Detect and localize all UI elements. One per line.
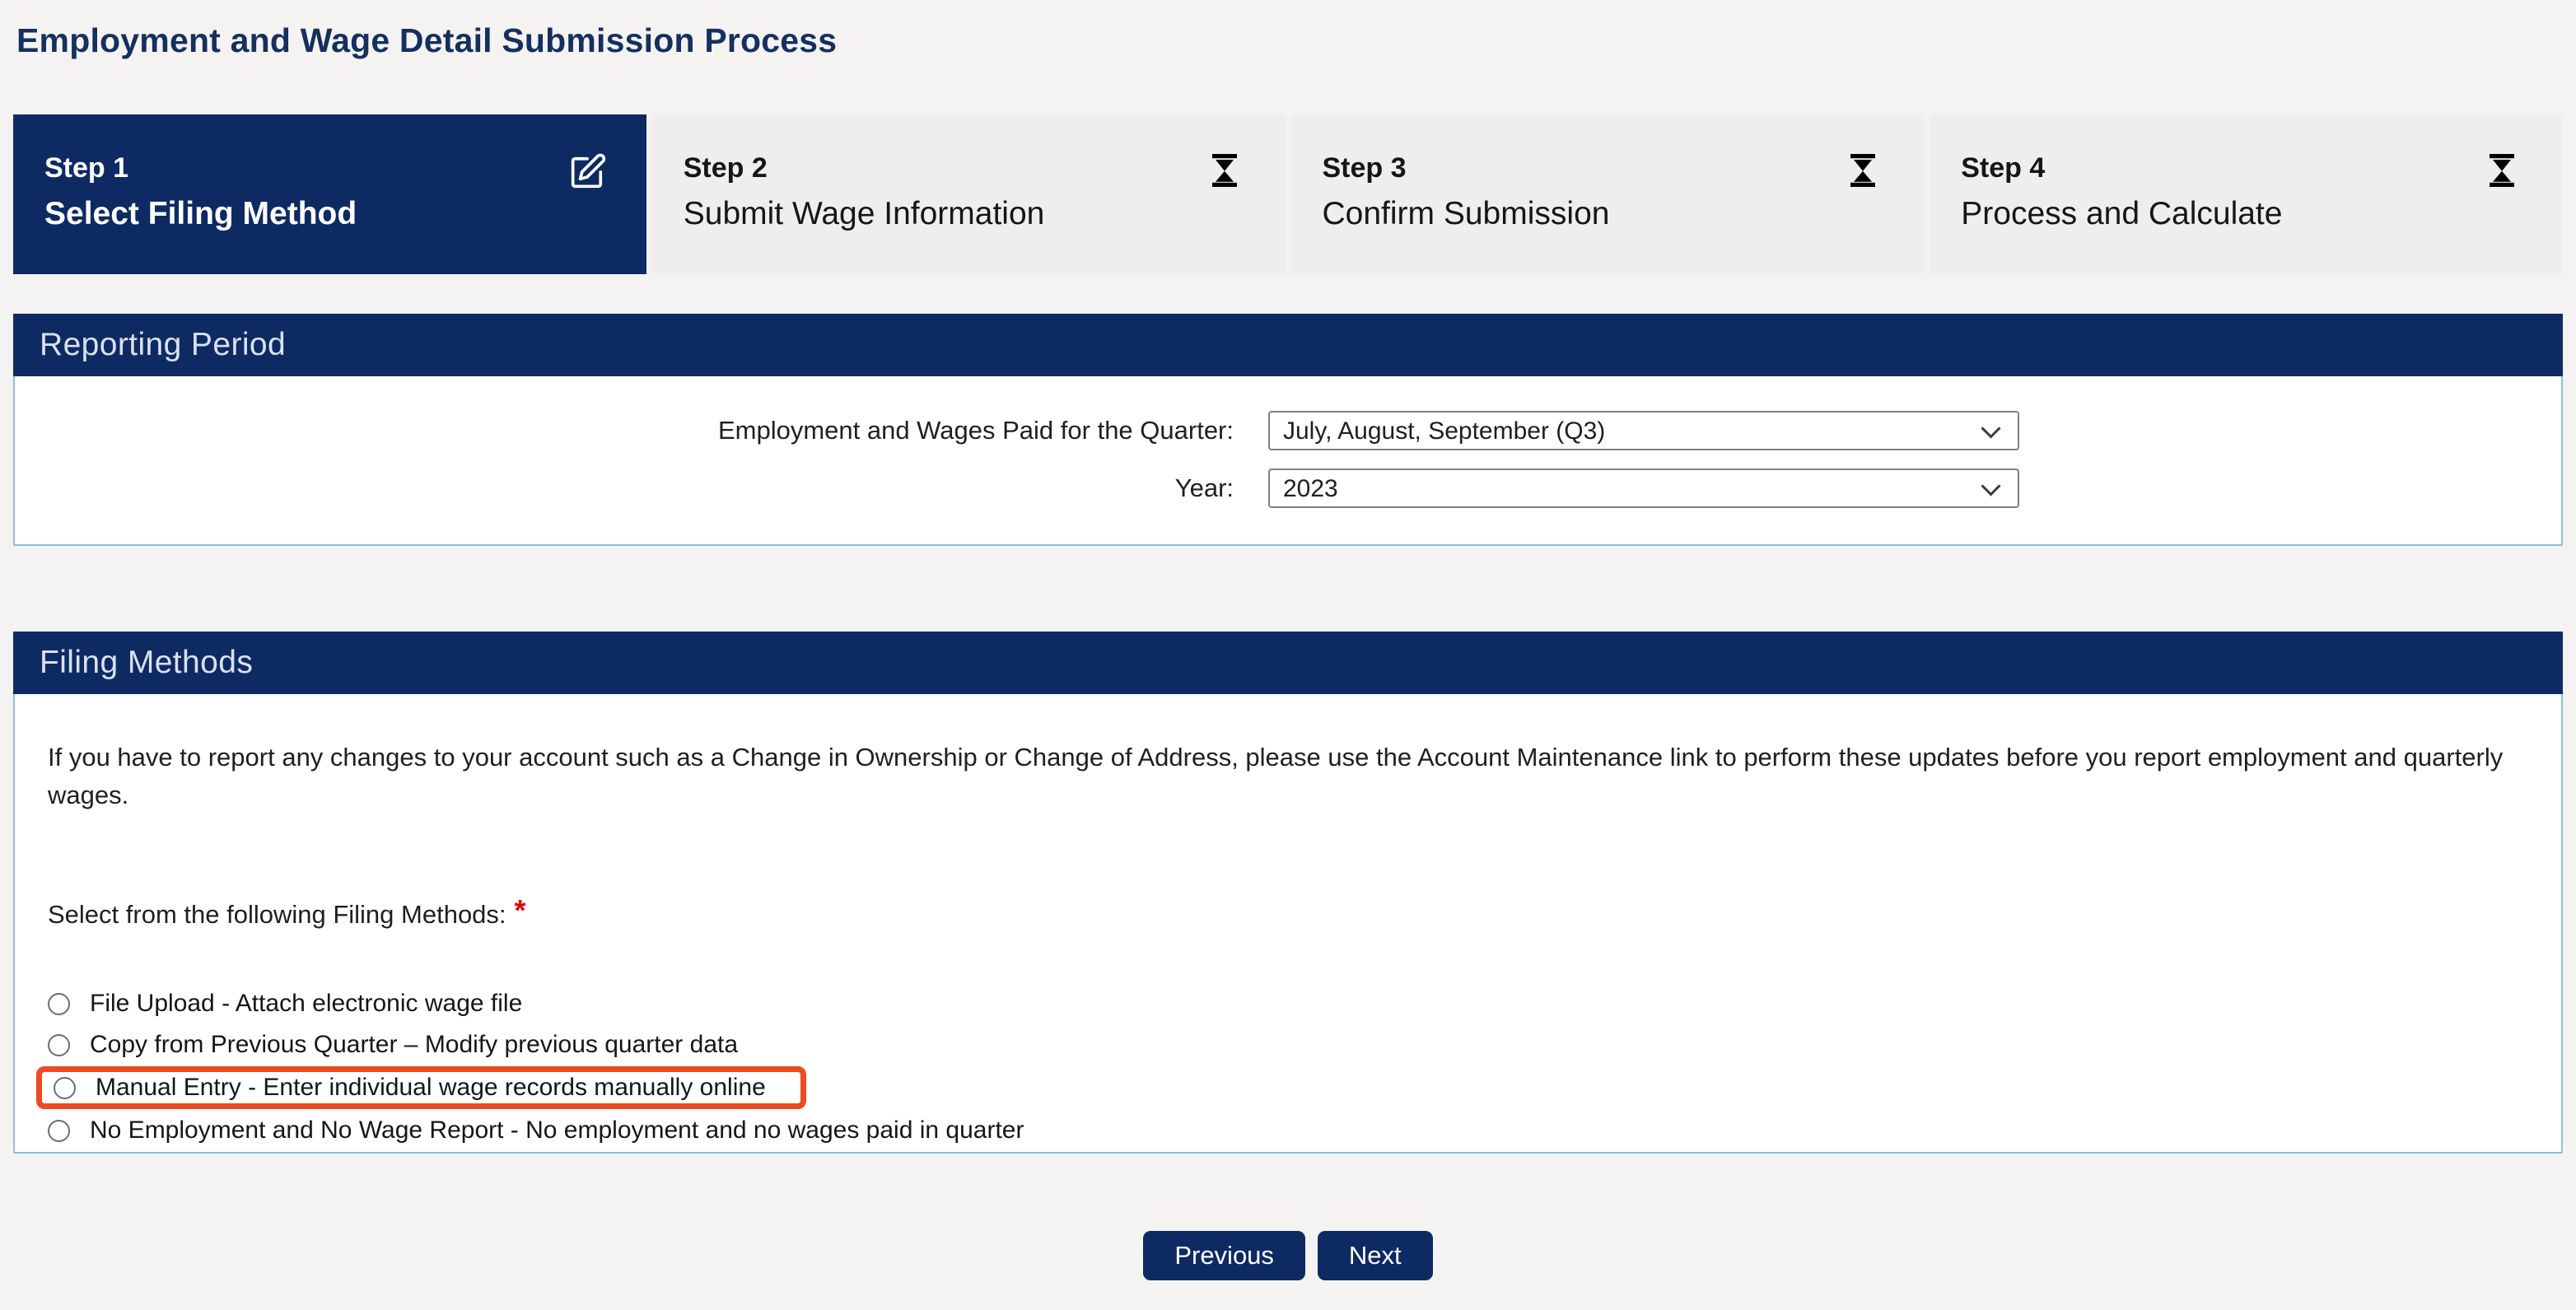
filing-methods-section: Filing Methods If you have to report any…	[13, 632, 2563, 1154]
quarter-select[interactable]: July, August, September (Q3)	[1268, 411, 2019, 450]
quarter-row: Employment and Wages Paid for the Quarte…	[15, 411, 2561, 450]
step-label: Select Filing Method	[44, 196, 646, 232]
step-tab-4-process-and-calculate[interactable]: Step 4 Process and Calculate	[1930, 114, 2563, 274]
filing-methods-header: Filing Methods	[13, 632, 2563, 694]
year-select-wrap: 2023	[1268, 469, 2019, 508]
hourglass-icon	[1843, 151, 1886, 193]
filing-method-option-file-upload[interactable]: File Upload - Attach electronic wage fil…	[48, 984, 522, 1023]
navigation-buttons: Previous Next	[0, 1231, 2576, 1280]
edit-icon	[566, 151, 609, 193]
reporting-period-header: Reporting Period	[13, 314, 2563, 376]
filing-method-options: File Upload - Attach electronic wage fil…	[48, 984, 2528, 1150]
hourglass-icon	[1205, 151, 1248, 193]
previous-button[interactable]: Previous	[1143, 1231, 1305, 1280]
filing-method-option-manual-entry[interactable]: Manual Entry - Enter individual wage rec…	[36, 1066, 806, 1109]
option-label: Manual Entry - Enter individual wage rec…	[96, 1074, 766, 1102]
step-number: Step 4	[1961, 152, 2563, 184]
select-filing-method-label-row: Select from the following Filing Methods…	[48, 900, 2528, 935]
copy-previous-quarter-radio[interactable]	[48, 1034, 70, 1056]
option-label: No Employment and No Wage Report - No em…	[90, 1117, 1024, 1145]
reporting-period-body: Employment and Wages Paid for the Quarte…	[13, 376, 2563, 546]
step-number: Step 3	[1323, 152, 1925, 184]
file-upload-radio[interactable]	[48, 993, 70, 1015]
quarter-select-wrap: July, August, September (Q3)	[1268, 411, 2019, 450]
account-maintenance-notice: If you have to report any changes to you…	[48, 694, 2528, 814]
step-number: Step 2	[684, 152, 1286, 184]
filing-methods-body: If you have to report any changes to you…	[13, 694, 2563, 1154]
step-tab-1-select-filing-method[interactable]: Step 1 Select Filing Method	[13, 114, 646, 274]
step-number: Step 1	[44, 152, 646, 184]
filing-method-option-copy-previous-quarter[interactable]: Copy from Previous Quarter – Modify prev…	[48, 1025, 738, 1065]
next-button[interactable]: Next	[1318, 1231, 1433, 1280]
manual-entry-radio[interactable]	[54, 1077, 76, 1099]
step-label: Process and Calculate	[1961, 196, 2563, 232]
step-tab-2-submit-wage-information[interactable]: Step 2 Submit Wage Information	[652, 114, 1286, 274]
no-employment-radio[interactable]	[48, 1120, 70, 1142]
year-select[interactable]: 2023	[1268, 469, 2019, 508]
reporting-period-section: Reporting Period Employment and Wages Pa…	[13, 314, 2563, 546]
step-tab-3-confirm-submission[interactable]: Step 3 Confirm Submission	[1291, 114, 1925, 274]
step-label: Submit Wage Information	[684, 196, 1286, 232]
page-title: Employment and Wage Detail Submission Pr…	[16, 21, 2563, 60]
required-asterisk: *	[515, 893, 526, 928]
select-filing-method-label: Select from the following Filing Methods…	[48, 900, 506, 930]
hourglass-icon	[2482, 151, 2525, 193]
option-label: Copy from Previous Quarter – Modify prev…	[90, 1031, 738, 1059]
year-row: Year: 2023	[15, 469, 2561, 508]
quarter-label: Employment and Wages Paid for the Quarte…	[15, 416, 1234, 445]
filing-method-option-no-employment[interactable]: No Employment and No Wage Report - No em…	[48, 1111, 1024, 1150]
step-label: Confirm Submission	[1323, 196, 1925, 232]
year-label: Year:	[15, 473, 1234, 503]
option-label: File Upload - Attach electronic wage fil…	[90, 990, 522, 1018]
step-tabs: Step 1 Select Filing Method Step 2 Submi…	[13, 114, 2563, 274]
